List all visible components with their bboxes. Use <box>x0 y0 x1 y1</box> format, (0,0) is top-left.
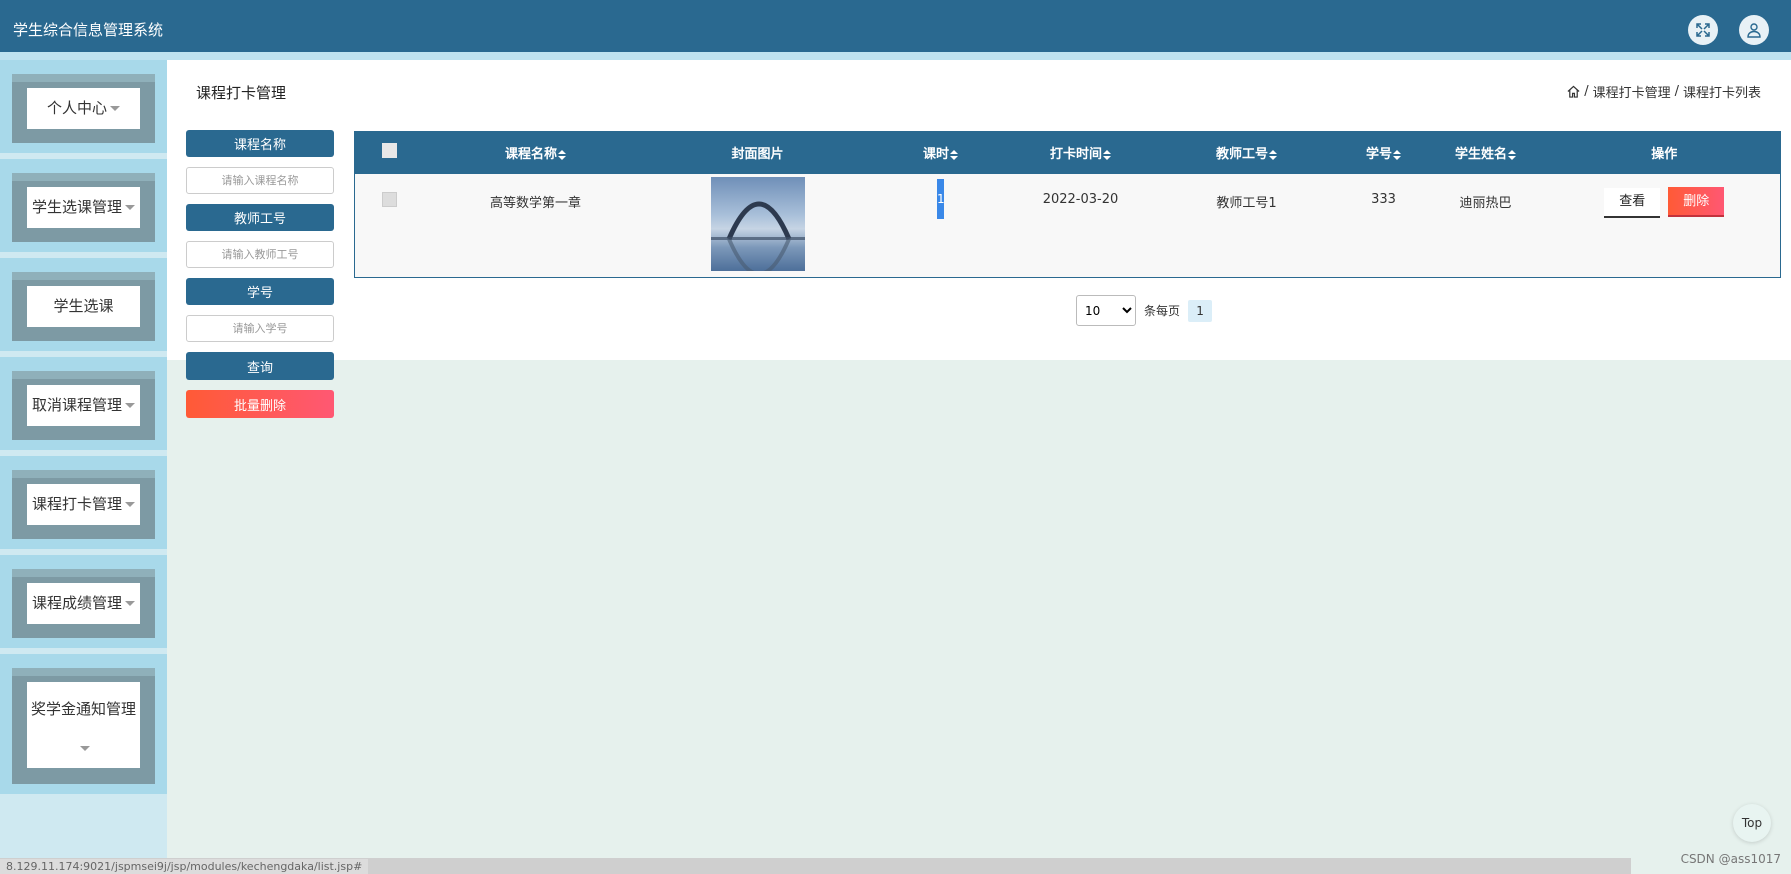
sidebar-item-label: 奖学金通知管理 <box>30 700 136 718</box>
fullscreen-button[interactable] <box>1688 15 1718 45</box>
cell-course-name: 高等数学第一章 <box>489 195 581 211</box>
header-hours[interactable]: 课时 <box>869 132 1013 174</box>
page-number-1[interactable]: 1 <box>1188 299 1213 322</box>
cell-student-id: 333 <box>1371 191 1396 207</box>
cell-student-name: 迪丽热巴 <box>1459 195 1512 211</box>
table-header-row: 课程名称 封面图片 课时 打卡时间 教师工号 学号 学生姓名 操作 <box>354 131 1781 174</box>
sort-icon[interactable] <box>1393 149 1401 160</box>
app-title: 学生综合信息管理系统 <box>13 21 164 39</box>
chevron-down-icon <box>125 601 135 606</box>
teacher-id-input[interactable] <box>186 241 334 268</box>
sort-icon[interactable] <box>1269 149 1277 160</box>
sidebar-item-cancel-course-management[interactable]: 取消课程管理 <box>0 357 167 450</box>
batch-delete-button[interactable]: 批量删除 <box>186 390 334 418</box>
delete-button[interactable]: 删除 <box>1668 186 1725 217</box>
chevron-down-icon <box>125 205 135 210</box>
sidebar-item-label: 取消课程管理 <box>31 396 122 414</box>
cell-teacher-id: 教师工号1 <box>1216 195 1277 211</box>
sidebar-item-label: 学生选课管理 <box>31 198 122 216</box>
breadcrumb-separator: / <box>1674 84 1679 99</box>
breadcrumb-level1[interactable]: 课程打卡管理 <box>1593 82 1671 101</box>
user-icon <box>1747 23 1761 38</box>
checkin-table: 课程名称 封面图片 课时 打卡时间 教师工号 学号 学生姓名 操作 高等数学第一… <box>354 131 1781 278</box>
breadcrumb: / 课程打卡管理 / 课程打卡列表 <box>1567 82 1761 101</box>
cell-checkin-time: 2022-03-20 <box>1042 191 1119 207</box>
sidebar-item-course-selection-management[interactable]: 学生选课管理 <box>0 159 167 252</box>
sidebar-item-label: 课程打卡管理 <box>31 495 122 513</box>
header-teacher-id[interactable]: 教师工号 <box>1149 132 1345 174</box>
header-course-name[interactable]: 课程名称 <box>425 132 647 174</box>
chevron-down-icon <box>125 502 135 507</box>
status-url: 8.129.11.174:9021/jspmsei9j/jsp/modules/… <box>0 859 369 874</box>
sort-icon[interactable] <box>1103 149 1111 160</box>
cell-hours: 1 <box>869 174 1013 278</box>
teacher-id-label: 教师工号 <box>186 204 334 231</box>
sort-icon[interactable] <box>950 149 958 160</box>
sidebar-item-label: 课程成绩管理 <box>31 594 122 612</box>
select-all-header[interactable] <box>355 132 425 174</box>
sidebar-item-grade-management[interactable]: 课程成绩管理 <box>0 555 167 648</box>
search-panel: 课程名称 教师工号 学号 查询 批量删除 <box>186 130 334 418</box>
sidebar-item-label: 学生选课 <box>53 297 114 315</box>
chevron-down-icon <box>125 403 135 408</box>
sidebar: 个人中心 学生选课管理 学生选课 取消课程管理 课程打卡管理 课程成绩管理 奖学… <box>0 60 167 874</box>
user-menu-button[interactable] <box>1739 15 1769 45</box>
topbar-strip <box>0 52 1791 60</box>
page-size-select[interactable]: 10 <box>1076 295 1136 326</box>
watermark: CSDN @ass1017 <box>1680 852 1781 866</box>
sidebar-item-scholarship-notice-management[interactable]: 奖学金通知管理 <box>0 654 167 794</box>
view-button[interactable]: 查看 <box>1604 187 1661 218</box>
chevron-down-icon <box>80 746 90 751</box>
row-checkbox[interactable] <box>382 191 398 207</box>
header-student-id[interactable]: 学号 <box>1345 132 1423 174</box>
cover-image <box>710 176 805 271</box>
sort-icon[interactable] <box>558 149 566 160</box>
per-page-label: 条每页 <box>1144 304 1181 318</box>
top-navbar: 学生综合信息管理系统 <box>0 0 1791 52</box>
header-actions: 操作 <box>1651 147 1678 163</box>
sidebar-item-course-selection[interactable]: 学生选课 <box>0 258 167 351</box>
pagination: 10 条每页 1 <box>1076 295 1213 326</box>
course-name-label: 课程名称 <box>186 130 334 157</box>
sidebar-item-checkin-management[interactable]: 课程打卡管理 <box>0 456 167 549</box>
sort-icon[interactable] <box>1508 149 1516 160</box>
course-name-input[interactable] <box>186 167 334 194</box>
select-all-checkbox[interactable] <box>382 143 398 159</box>
table-row: 高等数学第一章 1 2022-03-20 教师工号1 333 迪丽热巴 查看 删除 <box>354 173 1781 278</box>
sidebar-item-label: 个人中心 <box>46 99 107 117</box>
page-title: 课程打卡管理 <box>196 84 287 102</box>
header-checkin-time[interactable]: 打卡时间 <box>1013 132 1149 174</box>
student-id-label: 学号 <box>186 278 334 305</box>
cell-actions: 查看 删除 <box>1549 174 1781 278</box>
expand-icon <box>1696 23 1710 37</box>
back-to-top-button[interactable]: Top <box>1733 804 1771 842</box>
student-id-input[interactable] <box>186 315 334 342</box>
query-button[interactable]: 查询 <box>186 352 334 380</box>
row-select-cell[interactable] <box>355 174 425 278</box>
header-cover-image: 封面图片 <box>731 147 784 163</box>
header-student-name[interactable]: 学生姓名 <box>1423 132 1549 174</box>
chevron-down-icon <box>110 106 120 111</box>
cell-cover-image <box>647 174 869 278</box>
breadcrumb-separator: / <box>1584 84 1589 99</box>
home-icon[interactable] <box>1567 85 1580 98</box>
breadcrumb-level2: 课程打卡列表 <box>1682 86 1761 101</box>
sidebar-item-personal-center[interactable]: 个人中心 <box>0 60 167 153</box>
